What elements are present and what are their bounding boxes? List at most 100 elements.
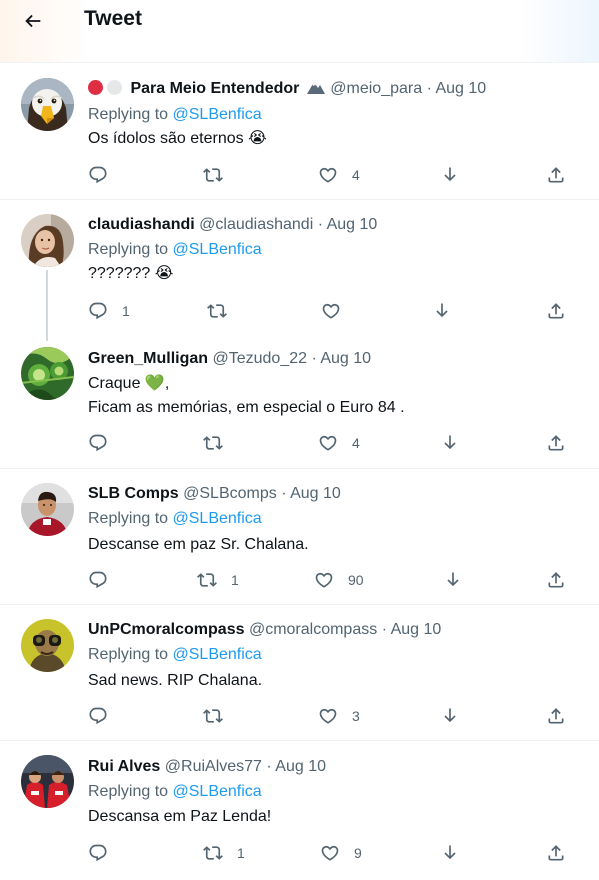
top-header: Tweet [0,0,599,63]
reply-button[interactable] [88,841,122,865]
tweet-text: Descansa em Paz Lenda! [88,805,587,829]
replying-to: Replying to @SLBenfica [88,240,262,260]
display-name[interactable]: Rui Alves [88,758,160,775]
tweet-3[interactable]: SLB Comps @SLBcomps · Aug 10 Replying to… [0,469,599,604]
tweet-4[interactable]: UnPCmoralcompass @cmoralcompass · Aug 10… [0,605,599,740]
timestamp[interactable]: Aug 10 [327,216,378,233]
tweet-actions: 1 [0,299,599,323]
display-name[interactable]: UnPCmoralcompass [88,621,245,638]
tweet-actions: 3 [0,704,599,728]
display-name[interactable]: Green_Mulligan [88,350,208,367]
download-button[interactable] [440,704,460,728]
share-button[interactable] [546,299,566,323]
share-icon [548,435,564,451]
share-button[interactable] [546,431,566,455]
retweet-button[interactable] [203,163,237,187]
handle[interactable]: @Tezudo_22 [212,350,307,367]
tweet-0[interactable]: Para Meio Entendedor @meio_para · Aug 10… [0,63,599,199]
tweet-text: Descanse em paz Sr. Chalana. [88,533,587,557]
separator-dot: · [381,621,388,638]
display-name[interactable]: Para Meio Entendedor [130,80,299,97]
replying-label: Replying to [88,783,169,800]
like-count: 90 [348,572,364,588]
player-photo-avatar[interactable] [21,483,74,536]
like-button[interactable]: 4 [318,163,360,187]
handle[interactable]: @cmoralcompass [249,621,377,638]
reply-icon [89,302,107,320]
download-button[interactable] [440,841,460,865]
reply-button[interactable] [88,568,122,592]
timestamp[interactable]: Aug 10 [290,485,341,502]
download-icon [444,845,456,860]
retweet-button[interactable]: 1 [197,568,239,592]
reply-icon [89,844,107,862]
share-button[interactable] [546,568,566,592]
handle[interactable]: @meio_para [330,80,422,97]
like-button[interactable]: 3 [318,704,360,728]
tweet-5[interactable]: Rui Alves @RuiAlves77 · Aug 10 Replying … [0,741,599,880]
mention-link[interactable]: @SLBenfica [173,646,262,663]
mention-link[interactable]: @SLBenfica [173,106,262,123]
mention-link[interactable]: @SLBenfica [173,783,262,800]
like-icon [319,708,337,724]
display-name[interactable]: SLB Comps [88,485,179,502]
tweet-text-line: Descansa em Paz Lenda! [88,808,272,825]
like-button[interactable]: 90 [314,568,364,592]
football-team-avatar[interactable] [21,755,74,808]
download-button[interactable] [443,568,463,592]
woman-photo-avatar[interactable] [21,214,74,267]
share-button[interactable] [546,704,566,728]
share-button[interactable] [546,841,566,865]
separator-dot: · [426,80,432,97]
retweet-button[interactable]: 1 [203,841,245,865]
tweet-text-line: ??????? 😭 [88,265,174,282]
share-icon [548,572,564,588]
retweet-button[interactable] [203,431,237,455]
retweet-button[interactable] [207,299,241,323]
download-button[interactable] [432,299,452,323]
retweet-button[interactable] [203,704,237,728]
handle[interactable]: @claudiashandi [199,216,313,233]
reply-button[interactable] [88,163,122,187]
timestamp[interactable]: Aug 10 [391,621,442,638]
retweet-icon [203,846,223,860]
tweet-text: Sad news. RIP Chalana. [88,669,587,693]
binoculars-man-avatar[interactable] [21,619,74,672]
download-icon [444,167,456,182]
download-button[interactable] [440,163,460,187]
eagle-avatar[interactable] [21,78,74,131]
tweet-text-line: Os ídolos são eternos 😭 [88,130,267,147]
display-name[interactable]: claudiashandi [88,216,195,233]
reply-button[interactable]: 1 [88,299,130,323]
tweet-actions: 4 [0,163,599,187]
red-circle-icon [88,80,103,95]
retweet-icon [197,573,217,587]
reply-button[interactable] [88,431,122,455]
reply-icon [89,434,107,452]
back-button[interactable] [16,4,50,38]
tweet-1[interactable]: claudiashandi @claudiashandi · Aug 10 Re… [0,200,599,341]
tweet-2[interactable]: Green_Mulligan @Tezudo_22 · Aug 10 Craqu… [0,333,599,468]
tweet-actions: 1 9 [0,841,599,865]
timestamp[interactable]: Aug 10 [435,80,486,97]
mention-link[interactable]: @SLBenfica [173,241,262,258]
like-icon [322,303,340,319]
like-button[interactable]: 9 [320,841,362,865]
tweet-header: SLB Comps @SLBcomps · Aug 10 [88,484,589,504]
replying-label: Replying to [88,510,169,527]
share-button[interactable] [546,163,566,187]
tweet-header: claudiashandi @claudiashandi · Aug 10 [88,215,589,235]
like-button[interactable]: 4 [318,431,360,455]
green-pattern-avatar[interactable] [21,347,74,400]
download-button[interactable] [440,431,460,455]
timestamp[interactable]: Aug 10 [275,758,326,775]
like-button[interactable] [321,299,355,323]
retweet-count: 1 [231,572,239,588]
handle[interactable]: @SLBcomps [183,485,277,502]
tweet-text-line: Craque 💚, [88,375,170,392]
handle[interactable]: @RuiAlves77 [165,758,262,775]
mention-link[interactable]: @SLBenfica [173,510,262,527]
reply-button[interactable] [88,704,122,728]
timestamp[interactable]: Aug 10 [320,350,371,367]
white-circle-icon [107,80,122,95]
